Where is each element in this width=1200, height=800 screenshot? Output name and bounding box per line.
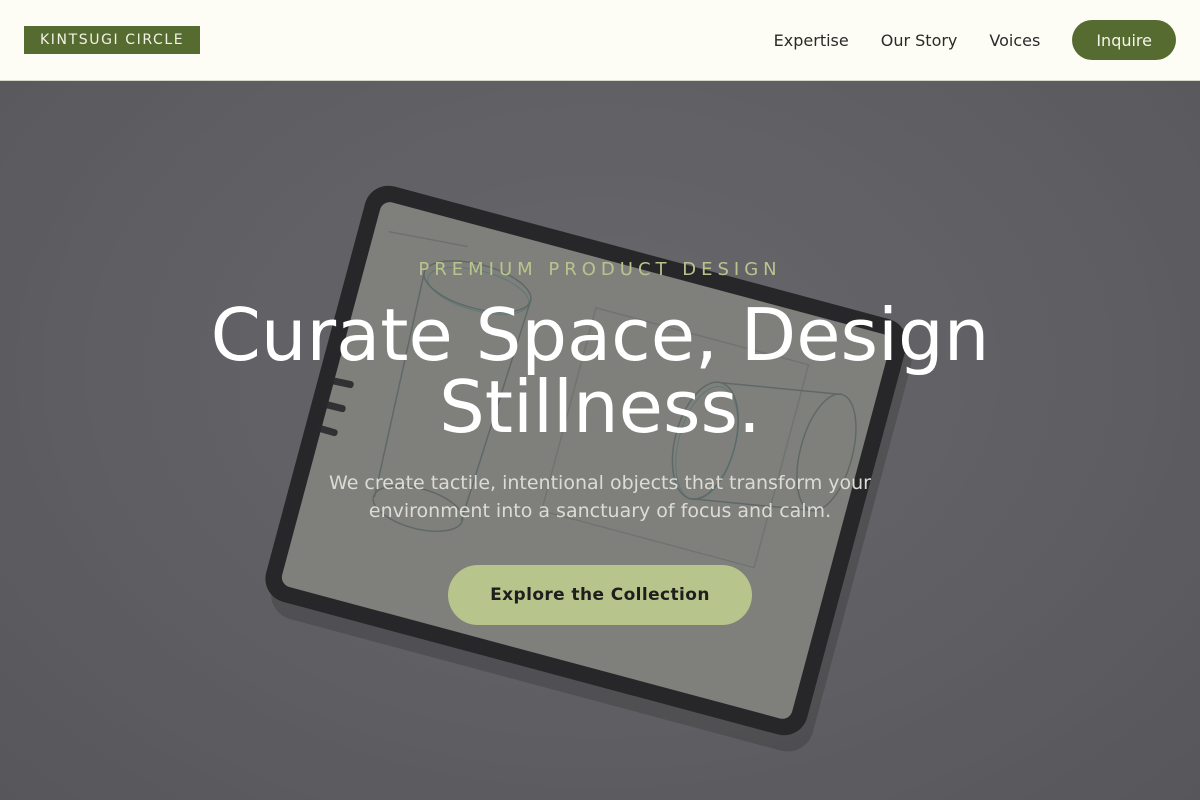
- nav-link-voices[interactable]: Voices: [989, 31, 1040, 50]
- brand-logo[interactable]: KINTSUGI CIRCLE: [24, 26, 201, 54]
- hero-eyebrow: PREMIUM PRODUCT DESIGN: [418, 259, 782, 280]
- explore-collection-button[interactable]: Explore the Collection: [448, 565, 752, 625]
- nav-link-our-story[interactable]: Our Story: [881, 31, 958, 50]
- hero-subtext: We create tactile, intentional objects t…: [329, 472, 871, 522]
- site-header: KINTSUGI CIRCLE Expertise Our Story Voic…: [0, 0, 1200, 81]
- hero-content: PREMIUM PRODUCT DESIGN Curate Space, Des…: [0, 81, 1200, 800]
- main-nav: Expertise Our Story Voices Inquire: [774, 20, 1176, 60]
- nav-link-expertise[interactable]: Expertise: [774, 31, 849, 50]
- hero-section: PREMIUM PRODUCT DESIGN Curate Space, Des…: [0, 81, 1200, 800]
- inquire-button[interactable]: Inquire: [1072, 20, 1176, 60]
- hero-headline: Curate Space, Design Stillness.: [210, 293, 990, 449]
